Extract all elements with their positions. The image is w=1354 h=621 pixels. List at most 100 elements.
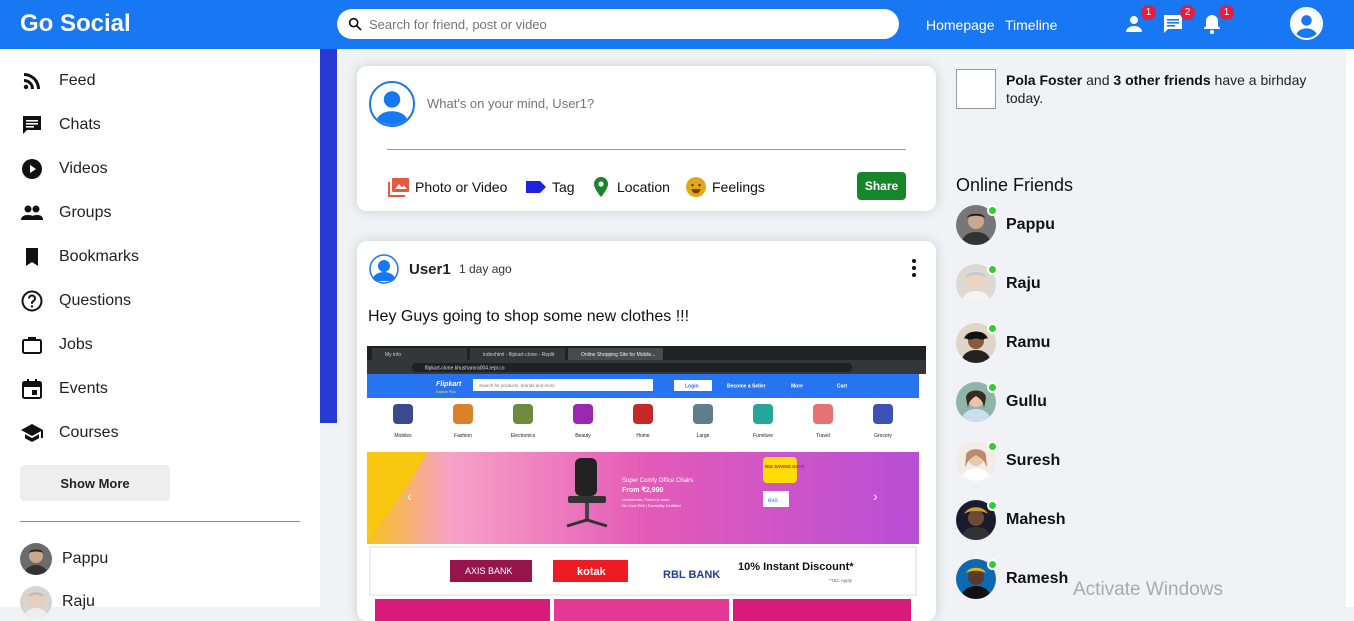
friend-requests-badge: 1: [1141, 5, 1156, 20]
category-icon: [813, 404, 833, 424]
online-friend[interactable]: Mahesh: [956, 500, 1066, 540]
notifications-badge: 1: [1219, 5, 1234, 20]
sidebar-item-events[interactable]: Events: [20, 375, 108, 403]
calendar-icon: [22, 379, 42, 399]
post-image-screenshot: My info indexhtml - flipkart-clone - Rep…: [367, 346, 926, 621]
sidebar-friend[interactable]: Raju: [20, 586, 95, 618]
photo-library-icon: [388, 178, 409, 197]
profile-avatar[interactable]: [1290, 7, 1323, 40]
online-friend-name: Suresh: [1006, 452, 1061, 469]
category-label: Mobiles: [394, 433, 412, 439]
flipkart-search: Search for products, brands and more: [479, 383, 555, 388]
sidebar-friend-name: Pappu: [62, 550, 109, 567]
bank-offer-note: *T&C Apply: [829, 578, 853, 583]
share-location[interactable]: Location: [589, 175, 670, 199]
online-status-dot: [987, 559, 998, 570]
sidebar-item-videos[interactable]: Videos: [20, 155, 108, 183]
help-circle-icon: [21, 290, 43, 312]
left-sidebar: Feed Chats Videos Groups Bookmarks Quest…: [0, 49, 320, 618]
banner-price: From ₹2,990: [622, 486, 664, 494]
sidebar-item-label: Chats: [59, 116, 101, 133]
avatar[interactable]: [369, 254, 399, 284]
avatar: [369, 81, 415, 127]
category-icon: [693, 404, 713, 424]
sidebar-friend[interactable]: Pappu: [20, 543, 108, 575]
sidebar-friend-name: Raju: [62, 593, 95, 610]
online-friend[interactable]: Raju: [956, 264, 1041, 304]
category-label: Fashion: [454, 433, 472, 439]
nav-homepage[interactable]: Homepage: [926, 17, 995, 33]
sidebar-accent-strip: [320, 49, 337, 423]
category-label: Home: [636, 433, 650, 439]
category-icon: [633, 404, 653, 424]
messages-button[interactable]: 2: [1161, 5, 1195, 36]
online-friend[interactable]: Ramesh: [956, 559, 1068, 599]
sidebar-item-feed[interactable]: Feed: [20, 67, 95, 95]
birthday-gift-image: [956, 69, 996, 109]
avatar: [20, 543, 52, 575]
sidebar-item-groups[interactable]: Groups: [20, 199, 111, 227]
rss-feed-icon: [23, 73, 40, 90]
logo[interactable]: Go Social: [20, 10, 131, 38]
search-bar[interactable]: [337, 9, 899, 39]
online-status-dot: [987, 441, 998, 452]
sidebar-item-label: Videos: [59, 160, 108, 177]
online-friends-title: Online Friends: [956, 175, 1074, 195]
banner-badge: BIG SAVING DAYS: [765, 464, 805, 469]
post-username[interactable]: User1: [409, 261, 451, 278]
online-status-dot: [987, 323, 998, 334]
search-input[interactable]: [369, 16, 869, 32]
share-input[interactable]: [427, 96, 907, 111]
post-options-button[interactable]: [903, 257, 925, 279]
online-friend[interactable]: Gullu: [956, 382, 1047, 422]
default-avatar-icon: [369, 254, 399, 284]
flipkart-become-seller: Become a Seller: [727, 384, 766, 390]
play-circle-icon: [22, 159, 42, 179]
category-icon: [873, 404, 893, 424]
location-pin-icon: [594, 177, 608, 197]
share-button[interactable]: Share: [857, 172, 906, 200]
notifications-button[interactable]: 1: [1200, 5, 1234, 36]
browser-tab-3: Online Shopping Site for Mobile...: [581, 352, 656, 358]
bookmark-icon: [26, 248, 38, 266]
bank-rbl: RBL BANK: [663, 569, 720, 581]
browser-tab-2: indexhtml - flipkart-clone - Replit: [483, 352, 555, 358]
share-feelings[interactable]: Feelings: [684, 175, 765, 199]
sidebar-item-label: Groups: [59, 204, 112, 221]
sidebar-item-label: Questions: [59, 292, 132, 309]
bank-axis: AXIS BANK: [465, 566, 513, 576]
share-tag[interactable]: Tag: [524, 175, 575, 199]
category-label: Travel: [816, 433, 830, 439]
friend-requests-button[interactable]: 1: [1122, 5, 1156, 36]
online-status-dot: [987, 264, 998, 275]
category-label: Grocery: [874, 433, 892, 439]
category-icon: [513, 404, 533, 424]
default-avatar-icon: [1292, 9, 1321, 38]
sidebar-item-courses[interactable]: Courses: [20, 419, 119, 447]
avatar: [20, 586, 52, 618]
sidebar-item-questions[interactable]: Questions: [20, 287, 131, 315]
default-avatar-icon: [371, 83, 413, 125]
nav-timeline[interactable]: Timeline: [1005, 17, 1057, 33]
online-friend-name: Gullu: [1006, 393, 1047, 410]
online-friend-name: Mahesh: [1006, 511, 1066, 528]
flipkart-more: More: [791, 384, 803, 390]
sidebar-item-chats[interactable]: Chats: [20, 111, 101, 139]
online-friend[interactable]: Ramu: [956, 323, 1050, 363]
online-friend[interactable]: Suresh: [956, 441, 1060, 481]
sidebar-item-jobs[interactable]: Jobs: [20, 331, 93, 359]
sidebar-item-bookmarks[interactable]: Bookmarks: [20, 243, 139, 271]
browser-url: flipkart-clone.khusharora004.repl.co: [425, 366, 505, 372]
share-card: Photo or Video Tag Location Feelings Sha…: [357, 66, 936, 211]
page-scrollbar[interactable]: [1346, 49, 1354, 607]
post-image[interactable]: My info indexhtml - flipkart-clone - Rep…: [367, 346, 926, 621]
online-status-dot: [987, 382, 998, 393]
show-more-button[interactable]: Show More: [20, 465, 170, 501]
banner-title: Super Comfy Office Chairs: [622, 478, 693, 484]
online-friend[interactable]: Pappu: [956, 205, 1055, 245]
share-photo-video[interactable]: Photo or Video: [387, 175, 507, 199]
sidebar-item-label: Courses: [59, 424, 119, 441]
online-friend-name: Pappu: [1006, 216, 1055, 233]
post-card: User1 1 day ago Hey Guys going to shop s…: [357, 241, 936, 621]
post-text: Hey Guys going to shop some new clothes …: [368, 308, 690, 325]
